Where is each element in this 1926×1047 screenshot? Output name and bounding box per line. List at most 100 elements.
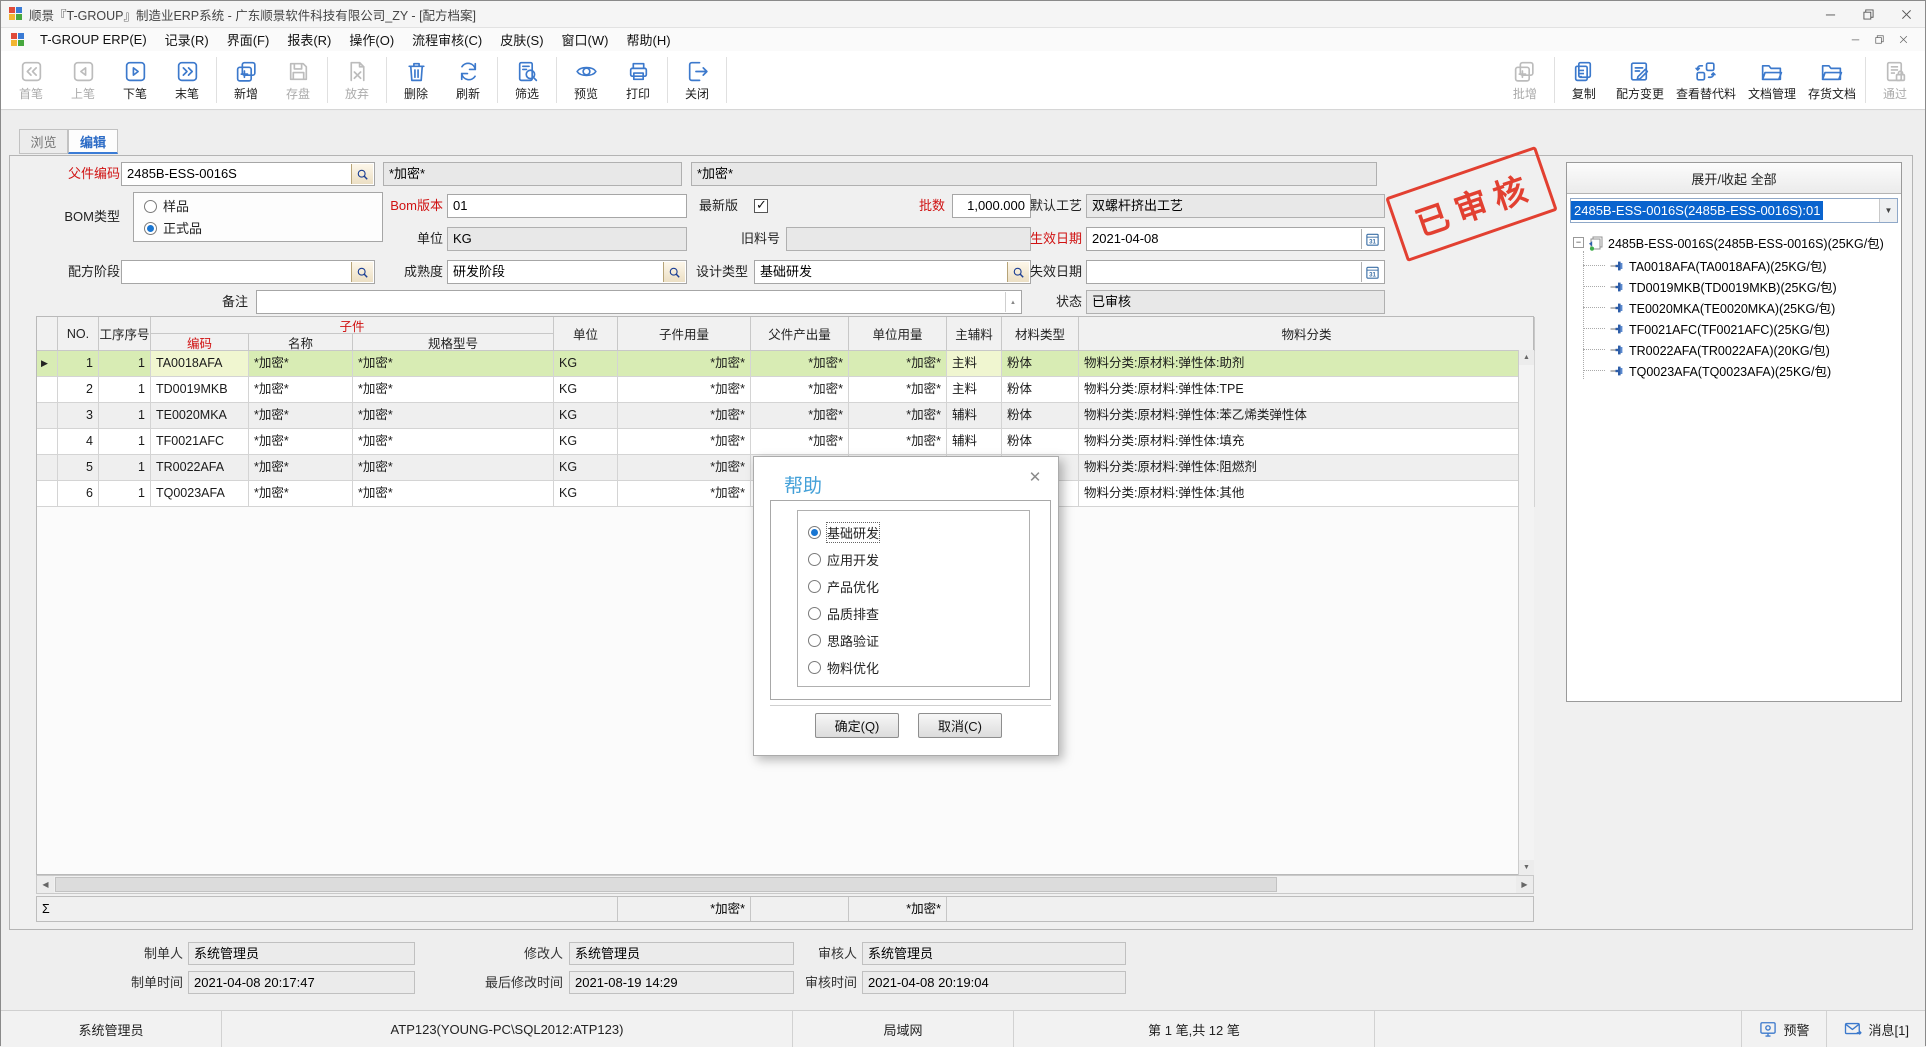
menu-window[interactable]: 窗口(W) [553,28,618,51]
bom-type-formal-radio[interactable]: 正式品 [144,219,202,239]
cell-unit: KG [554,351,618,377]
filter-button[interactable]: 筛选 [501,51,553,109]
parent-code-lookup-button[interactable] [351,164,373,184]
print-button[interactable]: 打印 [612,51,664,109]
scroll-left-icon[interactable]: ◀ [37,876,54,893]
mdi-close-button[interactable] [1891,35,1915,44]
combo-selected-value: 2485B-ESS-0016S(2485B-ESS-0016S):01 [1571,201,1823,220]
chevron-down-icon[interactable]: ▼ [1879,199,1897,222]
collapse-expander-icon[interactable]: − [1573,237,1584,248]
menu-skin[interactable]: 皮肤(S) [491,28,552,51]
scrollbar-thumb[interactable] [55,877,1277,892]
inventory-doc-button[interactable]: 存货文档 [1802,51,1862,109]
design-type-input[interactable]: 基础研发 [754,260,1031,284]
minimize-button[interactable] [1811,1,1849,27]
cancel-button[interactable]: 取消(C) [918,713,1002,738]
doc-manage-button[interactable]: 文档管理 [1742,51,1802,109]
menu-tgroup-erp[interactable]: T-GROUP ERP(E) [31,28,156,51]
menu-operate[interactable]: 操作(O) [340,28,403,51]
summary-unit-usage: *加密* [849,897,947,921]
dialog-radio-option[interactable]: 基础研发 [798,519,1029,546]
table-row[interactable]: 3 1 TE0020MKA *加密* *加密* KG *加密* *加密* *加密… [37,403,1533,429]
parent-code-input[interactable]: 2485B-ESS-0016S [121,162,375,186]
table-row[interactable]: 1 1 TA0018AFA *加密* *加密* KG *加密* *加密* *加密… [37,351,1533,377]
alert-button[interactable]: 预警 [1741,1011,1826,1047]
unit-field: KG [447,227,687,251]
add-button[interactable]: 新增 [220,51,272,109]
effective-date-input[interactable]: 2021-04-08 31 [1086,227,1385,251]
dialog-option-label: 基础研发 [827,523,879,542]
mdi-restore-button[interactable] [1867,35,1891,44]
menu-flow-audit[interactable]: 流程审核(C) [403,28,491,51]
expiry-date-calendar-button[interactable]: 31 [1361,262,1383,282]
close-form-button[interactable]: 关闭 [671,51,723,109]
cell-spec: *加密* [353,403,554,429]
scroll-up-icon[interactable]: ▲ [1519,350,1534,365]
message-button[interactable]: 消息[1] [1826,1011,1925,1047]
erp-window: 顺景『T-GROUP』制造业ERP系统 - 广东顺景软件科技有限公司_ZY - … [0,0,1926,1046]
maturity-input[interactable]: 研发阶段 [447,260,687,284]
tab-edit[interactable]: 编辑 [68,129,118,154]
tab-browse[interactable]: 浏览 [19,129,68,154]
encrypted-field-1: *加密* [383,162,682,186]
maturity-lookup-button[interactable] [663,262,685,282]
preview-button[interactable]: 预览 [560,51,612,109]
expiry-date-input[interactable]: 31 [1086,260,1385,284]
formula-change-button[interactable]: 配方变更 [1610,51,1670,109]
dialog-radio-option[interactable]: 品质排查 [798,600,1029,627]
menu-help[interactable]: 帮助(H) [617,28,679,51]
scroll-right-icon[interactable]: ▶ [1516,876,1533,893]
next-record-button[interactable]: 下笔 [109,51,161,109]
last-record-button[interactable]: 末笔 [161,51,213,109]
summary-row: Σ *加密* *加密* [36,896,1534,922]
dialog-radio-option[interactable]: 思路验证 [798,627,1029,654]
latest-version-checkbox[interactable] [754,199,768,213]
tree-child-node[interactable]: TR0022AFA(TR0022AFA)(20KG/包) [1567,339,1901,360]
table-row[interactable]: 4 1 TF0021AFC *加密* *加密* KG *加密* *加密* *加密… [37,429,1533,455]
cell-material-class: 物料分类:原材料:弹性体:填充 [1079,429,1535,455]
dialog-close-icon[interactable] [1026,469,1044,487]
tree-child-label: TA0018AFA(TA0018AFA)(25KG/包) [1629,256,1827,275]
tree-child-node[interactable]: TQ0023AFA(TQ0023AFA)(25KG/包) [1567,360,1901,381]
tree-root-node[interactable]: − 2485B-ESS-0016S(2485B-ESS-0016S)(25KG/… [1573,233,1884,252]
tree-child-node[interactable]: TF0021AFC(TF0021AFC)(25KG/包) [1567,318,1901,339]
help-dialog: 帮助 基础研发 应用开发 产品优化 [753,456,1059,756]
bom-type-sample-radio[interactable]: 样品 [144,197,189,217]
row-indicator [37,403,58,429]
default-process-field: 双螺杆挤出工艺 [1086,194,1385,218]
mdi-minimize-button[interactable] [1843,35,1867,44]
cell-process-no: 1 [99,481,151,507]
cell-unit: KG [554,481,618,507]
formula-stage-input[interactable] [121,260,375,284]
table-row[interactable]: 2 1 TD0019MKB *加密* *加密* KG *加密* *加密* *加密… [37,377,1533,403]
ok-button[interactable]: 确定(Q) [815,713,899,738]
delete-button[interactable]: 删除 [390,51,442,109]
cell-process-no: 1 [99,455,151,481]
view-substitute-button[interactable]: 查看替代料 [1670,51,1742,109]
close-button[interactable] [1887,1,1925,27]
expand-collapse-all-button[interactable]: 展开/收起 全部 [1567,163,1901,194]
remark-input[interactable]: ▲▼ [256,290,1022,314]
bom-version-combo[interactable]: 2485B-ESS-0016S(2485B-ESS-0016S):01 ▼ [1570,198,1898,223]
dialog-radio-option[interactable]: 应用开发 [798,546,1029,573]
refresh-button[interactable]: 刷新 [442,51,494,109]
tree-child-node[interactable]: TD0019MKB(TD0019MKB)(25KG/包) [1567,276,1901,297]
restore-button[interactable] [1849,1,1887,27]
table-horizontal-scrollbar[interactable]: ◀ ▶ [36,875,1534,894]
row-indicator [37,455,58,481]
dialog-radio-option[interactable]: 物料优化 [798,654,1029,681]
pass-button: 通过 [1869,51,1921,109]
copy-button[interactable]: 复制 [1558,51,1610,109]
header-name: 名称 [249,334,353,351]
menu-report[interactable]: 报表(R) [278,28,340,51]
bom-version-input[interactable]: 01 [447,194,687,218]
tree-child-node[interactable]: TA0018AFA(TA0018AFA)(25KG/包) [1567,255,1901,276]
table-vertical-scrollbar[interactable]: ▲ ▼ [1518,350,1534,875]
menu-interface[interactable]: 界面(F) [218,28,279,51]
formula-stage-lookup-button[interactable] [351,262,373,282]
menu-record[interactable]: 记录(R) [156,28,218,51]
effective-date-calendar-button[interactable]: 31 [1361,229,1383,249]
scroll-down-icon[interactable]: ▼ [1519,860,1534,875]
tree-child-node[interactable]: TE0020MKA(TE0020MKA)(25KG/包) [1567,297,1901,318]
dialog-radio-option[interactable]: 产品优化 [798,573,1029,600]
